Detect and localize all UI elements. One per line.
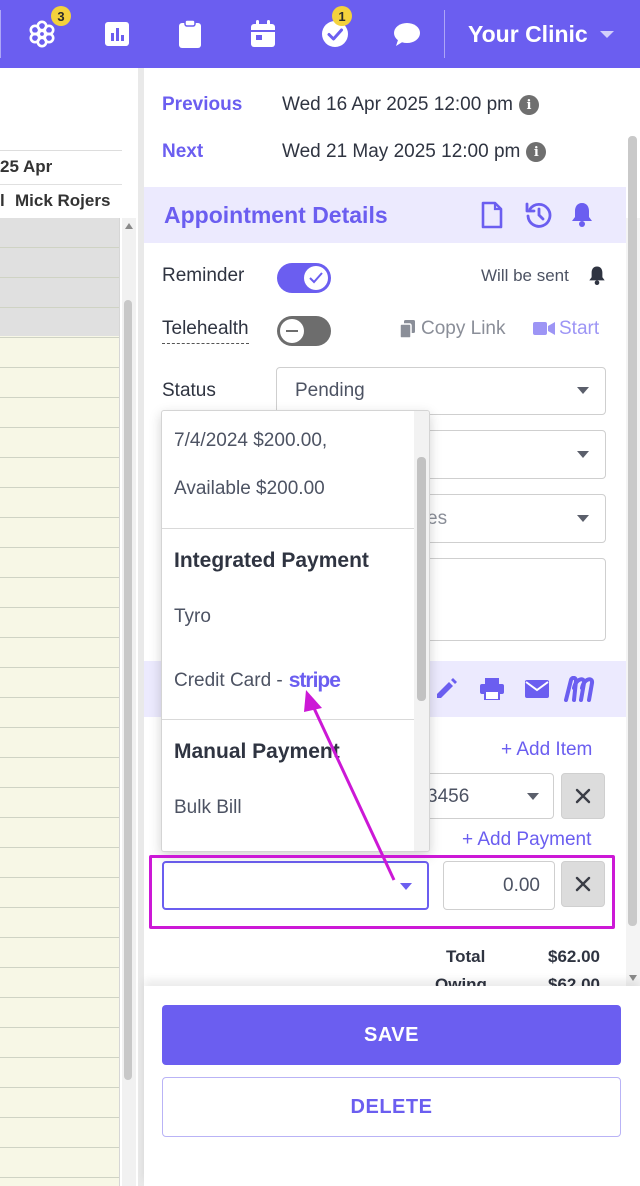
start-telehealth-button[interactable]: Start <box>559 318 599 340</box>
highlight-box <box>149 855 615 929</box>
remove-item-button[interactable] <box>561 773 605 819</box>
calendar-icon <box>251 20 275 47</box>
bar-chart-icon <box>105 22 129 46</box>
calendar-nav-button[interactable] <box>241 0 285 68</box>
calendar-header: 25 Apr l Mick Rojers <box>0 150 122 218</box>
video-camera-icon[interactable] <box>533 321 555 336</box>
chevron-down-icon <box>599 30 614 38</box>
chevron-down-icon <box>577 515 589 522</box>
practitioner-column-header[interactable]: Mick Rojers <box>15 191 110 211</box>
chat-bubble-icon <box>394 23 420 46</box>
checklist-nav-button[interactable]: 1 <box>313 0 357 68</box>
dropdown-divider <box>162 719 414 720</box>
nav-divider <box>0 10 1 58</box>
invoice-item-select[interactable]: 3456 <box>414 773 554 819</box>
practitioner-column-cut: l <box>0 191 5 210</box>
telehealth-toggle[interactable] <box>277 316 331 346</box>
scroll-down-arrow-icon[interactable] <box>629 975 637 981</box>
calendar-view: 25 Apr l Mick Rojers <box>0 68 138 1186</box>
clinic-name: Your Clinic <box>468 20 588 47</box>
credit-card-option[interactable]: Credit Card - stripe <box>174 669 341 693</box>
total-value: $62.00 <box>548 947 600 966</box>
next-link[interactable]: Next <box>162 141 282 163</box>
clipboard-icon <box>179 19 201 48</box>
next-date: Wed 21 May 2025 12:00 pm <box>282 141 521 162</box>
calendar-date-label: 25 Apr <box>0 157 53 176</box>
total-label: Total <box>446 947 486 966</box>
calendar-scrollbar-thumb[interactable] <box>124 300 132 1080</box>
appointment-details-header: Appointment Details <box>144 187 626 243</box>
chevron-down-icon <box>577 387 589 394</box>
add-payment-link[interactable]: + Add Payment <box>462 829 591 851</box>
status-select[interactable]: Pending <box>276 367 606 415</box>
tasks-nav-button[interactable] <box>168 0 212 68</box>
copy-link-button[interactable]: Copy Link <box>421 318 506 340</box>
calendar-time-grid[interactable] <box>0 218 120 1186</box>
nav-divider <box>444 10 445 58</box>
close-icon <box>575 788 591 804</box>
credit-card-label: Credit Card - <box>174 670 283 691</box>
bulk-bill-option[interactable]: Bulk Bill <box>174 797 242 819</box>
stripe-logo: stripe <box>288 669 341 692</box>
status-value: Pending <box>295 380 365 401</box>
delete-button[interactable]: DELETE <box>162 1077 621 1137</box>
integrated-payment-group-label: Integrated Payment <box>174 549 369 572</box>
credit-option-line[interactable]: 7/4/2024 $200.00, <box>174 430 327 452</box>
tyro-option[interactable]: Tyro <box>174 606 211 628</box>
payment-method-dropdown: 7/4/2024 $200.00, Available $200.00 Inte… <box>161 410 430 852</box>
printer-icon[interactable] <box>480 678 504 700</box>
reminder-label: Reminder <box>162 265 245 286</box>
reminder-toggle[interactable] <box>277 263 331 293</box>
tasks-badge: 1 <box>332 6 352 26</box>
info-icon[interactable]: i <box>526 142 547 162</box>
action-footer: SAVE DELETE <box>144 986 640 1186</box>
dropdown-divider <box>162 528 414 529</box>
flower-apps-icon <box>29 20 55 48</box>
pencil-icon[interactable] <box>434 677 458 701</box>
document-icon[interactable] <box>481 201 503 229</box>
minus-icon <box>286 330 298 332</box>
apps-nav-button[interactable]: 3 <box>20 0 71 68</box>
top-nav-bar: 3 1 Your Clinic <box>0 0 640 68</box>
envelope-icon[interactable] <box>525 680 549 698</box>
header-divider <box>0 184 122 185</box>
status-label: Status <box>162 380 216 401</box>
toggle-knob <box>304 266 328 290</box>
panel-scrollbar-thumb[interactable] <box>628 136 637 926</box>
previous-date: Wed 16 Apr 2025 12:00 pm <box>282 94 513 115</box>
reports-nav-button[interactable] <box>95 0 139 68</box>
messages-nav-button[interactable] <box>385 0 429 68</box>
save-button[interactable]: SAVE <box>162 1005 621 1065</box>
clinic-selector[interactable]: Your Clinic <box>468 0 640 68</box>
copy-icon[interactable] <box>400 320 415 338</box>
info-icon[interactable]: i <box>518 95 539 115</box>
previous-link[interactable]: Previous <box>162 94 282 116</box>
manual-payment-group-label: Manual Payment <box>174 740 340 763</box>
bell-icon <box>589 266 605 285</box>
item-value-partial: 3456 <box>427 786 470 807</box>
chevron-down-icon <box>527 793 539 800</box>
appointment-details-title: Appointment Details <box>164 201 388 228</box>
select-value-partial: es <box>427 508 448 529</box>
chevron-down-icon <box>577 451 589 458</box>
bell-icon[interactable] <box>571 201 593 227</box>
credit-option-line[interactable]: Available $200.00 <box>174 478 325 500</box>
toggle-knob <box>280 319 304 343</box>
telehealth-label[interactable]: Telehealth <box>162 318 249 344</box>
medicare-m-icon[interactable] <box>564 676 600 702</box>
apps-badge: 3 <box>51 6 71 26</box>
add-item-link[interactable]: + Add Item <box>501 739 592 761</box>
will-be-sent-text: Will be sent <box>481 266 569 285</box>
previous-appointment-row: Previous Wed 16 Apr 2025 12:00 pm i <box>162 90 539 120</box>
scroll-up-arrow-icon[interactable] <box>125 223 133 229</box>
check-icon <box>309 272 323 284</box>
next-appointment-row: Next Wed 21 May 2025 12:00 pm i <box>162 137 547 167</box>
app-root: 3 1 Your Clinic 25 Apr l Mick Rojers Pre… <box>0 0 640 1186</box>
history-icon[interactable] <box>525 201 553 229</box>
dropdown-scrollbar-thumb[interactable] <box>417 457 426 701</box>
